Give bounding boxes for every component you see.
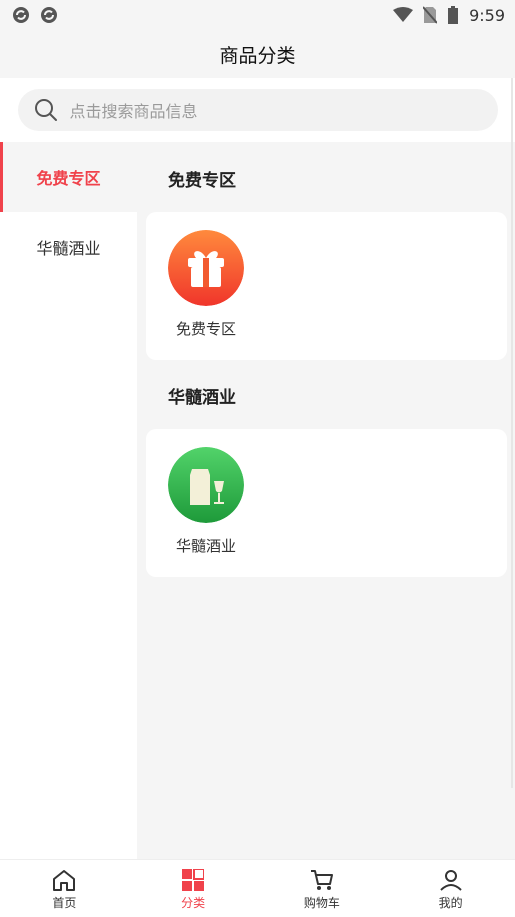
sidebar-item-label: 华髓酒业 [36, 239, 101, 258]
search-placeholder: 点击搜索商品信息 [69, 102, 198, 121]
category-item-huasui-wine[interactable]: 华髓酒业 [168, 447, 244, 556]
category-card: 免费专区 [146, 212, 507, 360]
battery-icon [448, 6, 459, 24]
category-card: 华髓酒业 [146, 429, 507, 577]
bottom-tab-bar: 首页 分类 购物车 我的 [0, 859, 515, 917]
category-icon [182, 869, 205, 891]
status-right-icons: 9:59 [393, 6, 505, 25]
home-icon [53, 870, 76, 891]
category-item-label: 华髓酒业 [175, 537, 236, 555]
status-bar: 9:59 [0, 0, 515, 30]
scroll-edge [511, 78, 513, 788]
tab-label: 我的 [438, 896, 463, 910]
sidebar-item-huasui-wine[interactable]: 华髓酒业 [0, 212, 137, 282]
category-item-free-zone[interactable]: 免费专区 [168, 230, 244, 339]
section-title: 免费专区 [168, 171, 236, 191]
tab-label: 首页 [52, 896, 77, 910]
search-input[interactable]: 点击搜索商品信息 [17, 89, 498, 131]
cart-icon [310, 870, 333, 890]
search-icon [34, 99, 57, 121]
sidebar-item-free-zone[interactable]: 免费专区 [0, 142, 137, 212]
wine-icon [168, 447, 244, 523]
no-sim-icon [423, 6, 438, 24]
status-time: 9:59 [469, 5, 505, 25]
tab-cart[interactable]: 购物车 [258, 860, 387, 917]
sidebar-item-label: 免费专区 [36, 169, 101, 188]
category-content: 免费专区 免费专区 华髓酒业 华髓酒业 [137, 142, 515, 859]
user-icon [439, 870, 462, 891]
section-title: 华髓酒业 [168, 388, 236, 408]
wifi-icon [393, 7, 414, 22]
category-sidebar: 免费专区 华髓酒业 [0, 142, 137, 859]
tab-mine[interactable]: 我的 [386, 860, 515, 917]
gift-icon [168, 230, 244, 306]
tab-category[interactable]: 分类 [129, 860, 258, 917]
tab-home[interactable]: 首页 [0, 860, 129, 917]
tab-label: 购物车 [303, 896, 340, 910]
sync-notification-icon [41, 7, 57, 23]
tab-label: 分类 [181, 896, 206, 910]
status-left-icons [12, 6, 58, 24]
nav-bar: 商品分类 [0, 30, 515, 78]
search-area: 点击搜索商品信息 [0, 78, 515, 142]
sync-notification-icon [13, 7, 29, 23]
page-title: 商品分类 [219, 44, 296, 67]
category-item-label: 免费专区 [175, 320, 236, 338]
